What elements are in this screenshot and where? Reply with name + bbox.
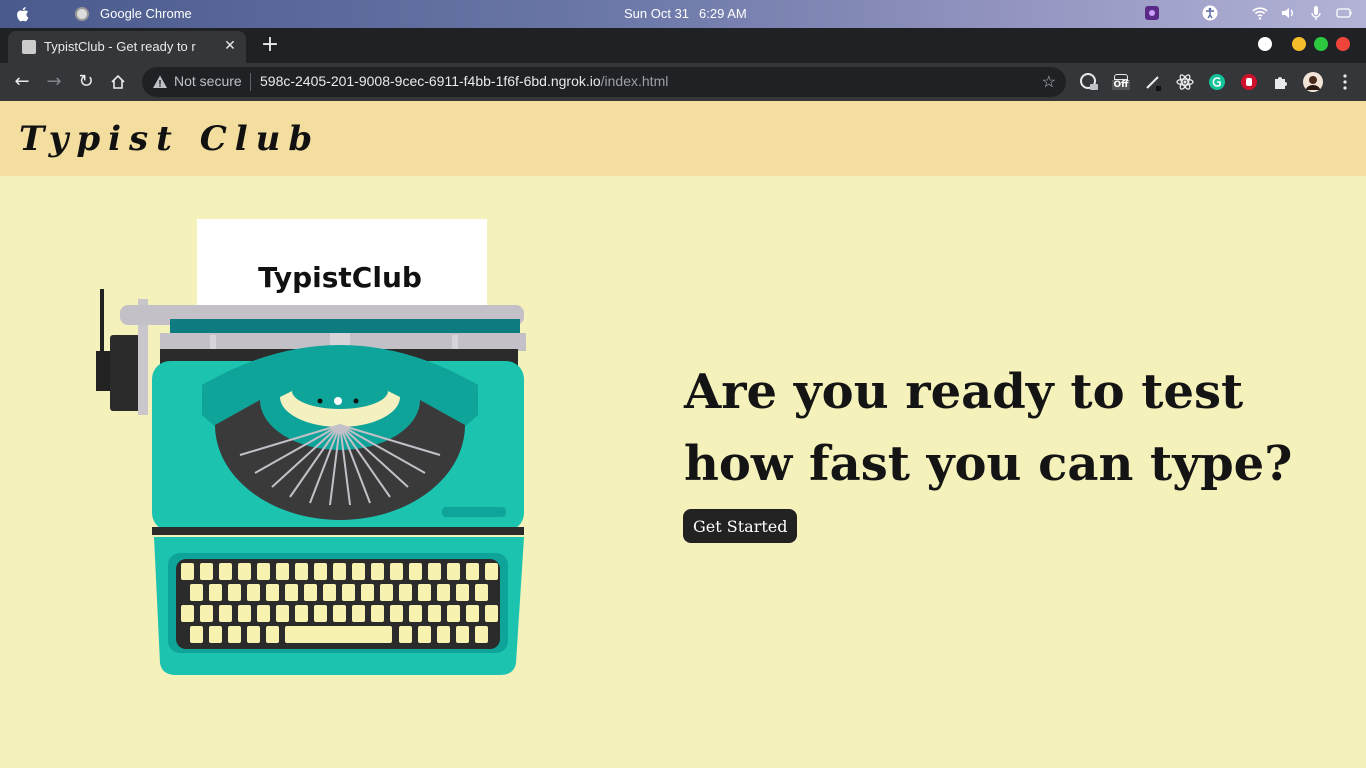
url-text[interactable]: 598c-2405-201-9008-9cec-6911-f4bb-1f6f-6… (260, 73, 668, 89)
os-clock[interactable]: Sun Oct 31 6:29 AM (624, 6, 757, 21)
os-app-name[interactable]: Google Chrome (100, 6, 192, 21)
tab-title: TypistClub - Get ready to r (44, 39, 196, 54)
microphone-icon[interactable] (1308, 5, 1324, 21)
wifi-icon[interactable] (1252, 5, 1268, 21)
chrome-app-icon (75, 7, 89, 21)
window-controls (1258, 37, 1350, 51)
back-arrow-icon[interactable]: ← (10, 70, 34, 94)
extensions-row: Off (1078, 71, 1356, 93)
extension-gauge-icon[interactable] (1078, 71, 1100, 93)
extension-off-toggle[interactable]: Off (1110, 71, 1132, 93)
pen-extension-icon[interactable] (1142, 71, 1164, 93)
maximize-button[interactable] (1314, 37, 1328, 51)
apple-icon[interactable] (14, 5, 32, 23)
tab-typistclub[interactable]: TypistClub - Get ready to r ✕ (8, 31, 246, 63)
address-bar[interactable]: Not secure 598c-2405-201-9008-9cec-6911-… (142, 67, 1066, 97)
tab-search-icon[interactable] (1258, 37, 1272, 51)
new-tab-button[interactable]: + (260, 32, 280, 57)
bookmark-star-icon[interactable]: ☆ (1042, 72, 1056, 92)
url-path: /index.html (600, 73, 669, 89)
get-started-button[interactable]: Get Started (683, 509, 798, 543)
tab-strip: TypistClub - Get ready to r ✕ + (0, 28, 1366, 63)
reload-icon[interactable]: ↻ (74, 70, 98, 94)
hero-headline: Are you ready to test how fast you can t… (684, 364, 1293, 492)
typewriter-paper-text: TypistClub (258, 261, 422, 294)
hand-stop-icon[interactable] (1238, 71, 1260, 93)
os-time: 6:29 AM (699, 6, 747, 21)
kebab-menu-icon[interactable] (1334, 71, 1356, 93)
os-top-bar: Google Chrome Sun Oct 31 6:29 AM (0, 0, 1366, 28)
omnibox-divider (250, 73, 251, 91)
minimize-button[interactable] (1292, 37, 1306, 51)
screen-recorder-icon[interactable] (1144, 5, 1160, 21)
grammarly-icon[interactable] (1206, 71, 1228, 93)
not-secure-label[interactable]: Not secure (174, 73, 242, 89)
forward-arrow-icon[interactable]: → (42, 70, 66, 94)
browser-toolbar: ← → ↻ Not secure 598c-2405-201-9008-9cec… (0, 63, 1366, 101)
extension-off-badge: Off (1111, 80, 1131, 90)
os-date: Sun Oct 31 (624, 6, 690, 21)
typewriter-illustration: TypistClub (96, 219, 526, 675)
profile-avatar[interactable] (1302, 71, 1324, 93)
battery-icon[interactable] (1336, 5, 1352, 21)
react-devtools-icon[interactable] (1174, 71, 1196, 93)
site-logo[interactable]: Typist Club (19, 119, 320, 159)
puzzle-extensions-icon[interactable] (1270, 71, 1292, 93)
accessibility-icon[interactable] (1202, 5, 1218, 21)
window-close-button[interactable] (1336, 37, 1350, 51)
url-host: 598c-2405-201-9008-9cec-6911-f4bb-1f6f-6… (260, 73, 601, 89)
system-tray (1144, 5, 1352, 21)
tab-favicon-icon (22, 40, 36, 54)
home-icon[interactable] (106, 70, 130, 94)
volume-icon[interactable] (1280, 5, 1296, 21)
warning-icon[interactable] (152, 74, 168, 90)
close-icon[interactable]: ✕ (222, 37, 238, 53)
site-header: Typist Club (0, 101, 1366, 176)
